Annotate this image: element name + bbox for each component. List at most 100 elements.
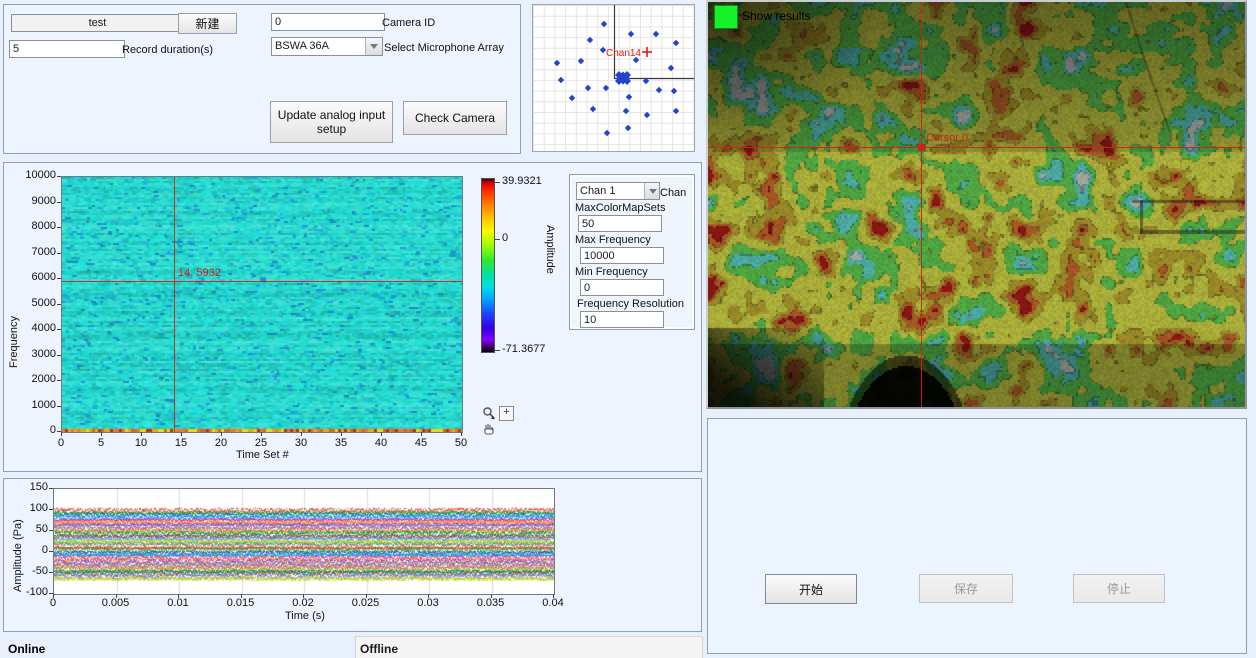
max-frequency-label: Max Frequency — [575, 234, 651, 246]
tick-mark — [221, 432, 222, 436]
channel-select[interactable]: Chan 1 — [576, 182, 660, 200]
control-panel: 开始 保存 停止 — [707, 418, 1247, 654]
tick-label: 0.005 — [96, 597, 136, 609]
waveform-plot[interactable] — [53, 488, 555, 595]
colorbar-zero-label: 0 — [502, 232, 508, 244]
tick-label: 8000 — [14, 220, 56, 232]
tick-mark — [141, 432, 142, 436]
tick-mark — [57, 355, 61, 356]
tick-mark — [49, 572, 53, 573]
mic-array-select[interactable]: BSWA 36A — [271, 37, 383, 56]
chevron-down-icon[interactable] — [365, 38, 382, 55]
pan-tool-icon[interactable] — [482, 422, 496, 436]
colorbar-zero-tick — [495, 239, 500, 240]
tick-mark — [553, 594, 554, 598]
tick-mark — [57, 278, 61, 279]
camera-cursor-hline[interactable] — [708, 147, 1245, 148]
tick-mark — [101, 432, 102, 436]
tick-mark — [428, 594, 429, 598]
tick-mark — [57, 406, 61, 407]
tick-mark — [491, 594, 492, 598]
colorbar-max-label: 39.9321 — [502, 175, 542, 187]
chevron-down-icon[interactable] — [644, 183, 659, 199]
record-duration-label: Record duration(s) — [122, 44, 213, 56]
camera-id-label: Camera ID — [382, 17, 435, 29]
tick-mark — [57, 253, 61, 254]
spectrogram-cursor-vline[interactable] — [174, 177, 175, 432]
tick-label: 10000 — [14, 169, 56, 181]
tick-mark — [57, 329, 61, 330]
tick-mark — [181, 432, 182, 436]
spectrogram-panel: Frequency 14, 5932 Time Set # 39.9321 0 … — [3, 162, 702, 472]
max-frequency-field[interactable]: 10000 — [580, 247, 664, 264]
spectrogram-plot[interactable]: 14, 5932 — [61, 176, 463, 433]
update-analog-button[interactable]: Update analog input setup — [270, 101, 393, 143]
tick-mark — [241, 594, 242, 598]
online-label: Online — [8, 642, 45, 656]
offline-bar: Offline — [355, 636, 703, 658]
spectrogram-cursor-hline[interactable] — [62, 281, 462, 282]
camera-id-field[interactable]: 0 — [271, 13, 385, 31]
frequency-resolution-field[interactable]: 10 — [580, 311, 664, 328]
tick-label: 25 — [246, 437, 276, 449]
tick-label: -50 — [8, 565, 48, 577]
tick-label: 0 — [8, 544, 48, 556]
tick-label: 3000 — [14, 348, 56, 360]
camera-view[interactable]: Cursor 0 Show results — [706, 0, 1247, 409]
colorbar-max-tick — [495, 182, 500, 183]
colorbar-min-label: -71.3677 — [502, 343, 545, 355]
time-set-axis-label: Time Set # — [236, 449, 289, 461]
tick-mark — [421, 432, 422, 436]
tick-label: 100 — [8, 502, 48, 514]
show-results-label: Show results — [742, 9, 811, 23]
test-name-field[interactable]: test — [11, 14, 184, 32]
check-camera-button[interactable]: Check Camera — [403, 101, 507, 135]
tick-label: 150 — [8, 481, 48, 493]
tick-label: 0.01 — [158, 597, 198, 609]
tick-label: 10 — [126, 437, 156, 449]
waveform-panel: Amplitude (Pa) Time (s) 150100500-50-100… — [3, 478, 702, 632]
save-button[interactable]: 保存 — [919, 574, 1013, 603]
offline-label: Offline — [360, 642, 398, 656]
stop-button[interactable]: 停止 — [1073, 574, 1165, 603]
cursor-tool-icon[interactable]: + — [499, 406, 514, 421]
tick-label: 2000 — [14, 373, 56, 385]
app-root: { "acquisition": { "test_name_value": "t… — [0, 0, 1256, 658]
record-duration-field[interactable]: 5 — [9, 40, 125, 58]
amplitude-colorbar — [481, 178, 495, 353]
tick-label: 50 — [446, 437, 476, 449]
mic-array-select-label: Select Microphone Array — [384, 42, 504, 54]
tick-label: 4000 — [14, 322, 56, 334]
tick-mark — [341, 432, 342, 436]
show-results-checkbox[interactable] — [714, 5, 738, 29]
tick-mark — [461, 432, 462, 436]
tick-label: 5 — [86, 437, 116, 449]
mic-array-scatter: Chan14 — [533, 5, 694, 151]
tick-mark — [57, 227, 61, 228]
new-button[interactable]: 新建 — [178, 13, 237, 34]
camera-cursor-label: Cursor 0 — [926, 132, 968, 144]
maxcolormap-field[interactable]: 50 — [578, 215, 662, 232]
camera-cursor-vline[interactable] — [921, 2, 922, 407]
tick-mark — [61, 432, 62, 436]
analysis-controls-cluster: Chan 1 Chan MaxColorMapSets 50 Max Frequ… — [569, 174, 695, 330]
tick-mark — [49, 530, 53, 531]
start-button[interactable]: 开始 — [765, 574, 857, 604]
tick-label: 6000 — [14, 271, 56, 283]
tick-label: 35 — [326, 437, 356, 449]
tick-mark — [366, 594, 367, 598]
tick-mark — [303, 594, 304, 598]
tick-label: 7000 — [14, 246, 56, 258]
tick-mark — [301, 432, 302, 436]
tick-label: 15 — [166, 437, 196, 449]
tick-label: 0 — [14, 424, 56, 436]
tick-label: 20 — [206, 437, 236, 449]
tick-label: 0.02 — [283, 597, 323, 609]
tick-label: 9000 — [14, 195, 56, 207]
tick-label: 0 — [46, 437, 76, 449]
mic-array-plot[interactable]: Chan14 — [532, 4, 695, 152]
zoom-tool-icon[interactable] — [482, 406, 496, 420]
min-frequency-field[interactable]: 0 — [580, 279, 664, 296]
tick-mark — [57, 304, 61, 305]
tick-mark — [53, 594, 54, 598]
